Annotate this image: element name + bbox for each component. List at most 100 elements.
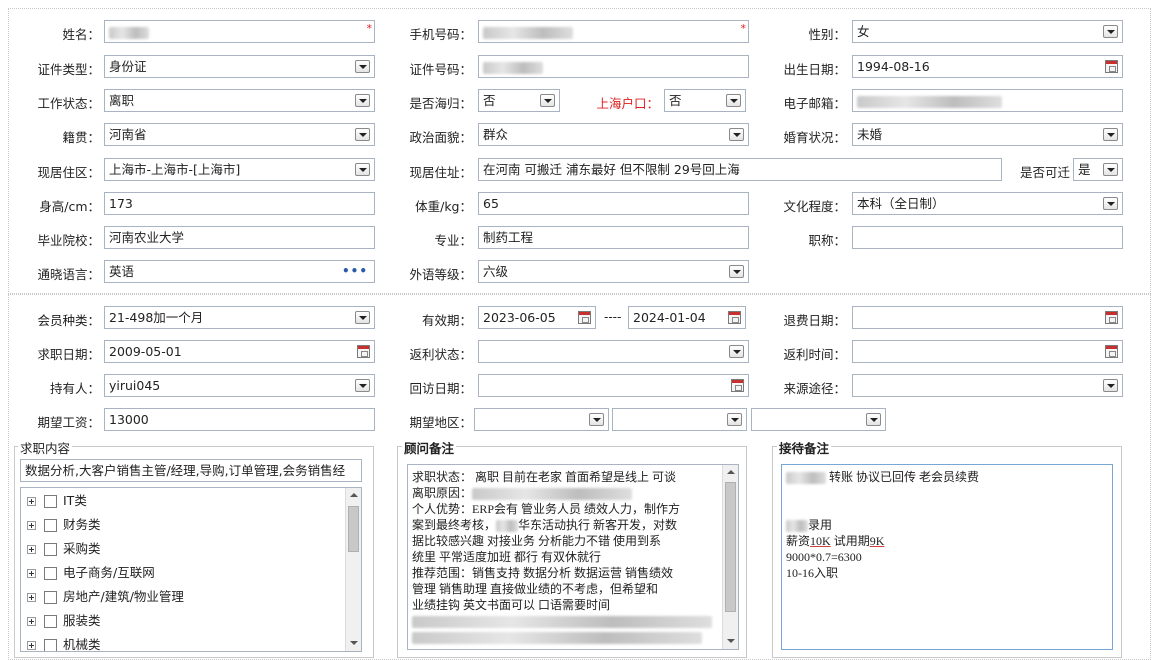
checkbox[interactable] bbox=[44, 639, 57, 651]
source-select[interactable] bbox=[852, 374, 1123, 397]
salary-field[interactable]: 13000 bbox=[104, 408, 375, 431]
checkbox[interactable] bbox=[44, 543, 57, 556]
idtype-value: 身份证 bbox=[109, 59, 147, 74]
chevron-down-icon bbox=[589, 413, 604, 426]
weight-field[interactable]: 65 bbox=[478, 192, 749, 215]
jobdate-field[interactable]: 2009-05-01 bbox=[104, 340, 375, 363]
checkbox[interactable] bbox=[44, 519, 57, 532]
advisor-notes-textarea[interactable]: 求职状态： 离职 目前在老家 首面希望是线上 可谈 离职原因： 个人优势：ERP… bbox=[407, 464, 739, 650]
expand-icon[interactable] bbox=[27, 641, 36, 650]
expand-icon[interactable] bbox=[27, 617, 36, 626]
major-field[interactable]: 制药工程 bbox=[478, 226, 749, 249]
more-icon[interactable]: ••• bbox=[342, 261, 368, 282]
calendar-icon[interactable] bbox=[357, 345, 370, 358]
language-field[interactable]: 英语 ••• bbox=[104, 260, 375, 283]
calendar-icon[interactable] bbox=[1105, 311, 1118, 324]
expand-icon[interactable] bbox=[27, 569, 36, 578]
scroll-down-icon[interactable] bbox=[346, 636, 361, 651]
native-select[interactable]: 河南省 bbox=[104, 123, 375, 146]
visit-date-field[interactable] bbox=[478, 374, 749, 397]
weight-label: 体重/kg： bbox=[415, 199, 472, 214]
job-category-tree[interactable]: IT类 财务类 采购类 电子商务/互联网 房地产/建筑/物业管理 服装类 机械类 bbox=[20, 487, 362, 652]
birth-date-field[interactable]: 1994-08-16 bbox=[852, 55, 1123, 78]
checkbox[interactable] bbox=[44, 615, 57, 628]
idtype-select[interactable]: 身份证 bbox=[104, 55, 375, 78]
area-select[interactable]: 上海市-上海市-[上海市] bbox=[104, 158, 375, 181]
expand-icon[interactable] bbox=[27, 545, 36, 554]
expand-icon[interactable] bbox=[27, 521, 36, 530]
scroll-up-icon[interactable] bbox=[723, 465, 738, 480]
tree-item-finance[interactable]: 财务类 bbox=[27, 514, 101, 536]
expand-icon[interactable] bbox=[27, 593, 36, 602]
chevron-down-icon bbox=[1103, 197, 1118, 210]
refund-date-field[interactable] bbox=[852, 306, 1123, 329]
birth-value: 1994-08-16 bbox=[857, 59, 930, 74]
calendar-icon[interactable] bbox=[1105, 345, 1118, 358]
region-city-select[interactable] bbox=[612, 408, 747, 431]
job-content-summary[interactable]: 数据分析,大客户销售主管/经理,导购,订单管理,会务销售经 bbox=[20, 459, 362, 482]
name-field[interactable]: * bbox=[104, 20, 375, 43]
expand-icon[interactable] bbox=[27, 497, 36, 506]
jobdate-label: 求职日期： bbox=[37, 347, 100, 362]
langlevel-select[interactable]: 六级 bbox=[478, 260, 749, 283]
checkbox[interactable] bbox=[44, 591, 57, 604]
holder-select[interactable]: yirui045 bbox=[104, 374, 375, 397]
height-field[interactable]: 173 bbox=[104, 192, 375, 215]
gender-select[interactable]: 女 bbox=[852, 20, 1123, 43]
tree-item-it[interactable]: IT类 bbox=[27, 490, 87, 512]
note-line: 统里 平常适度加班 都行 有双休就行 bbox=[412, 550, 602, 564]
region-district-select[interactable] bbox=[751, 408, 886, 431]
note-line: 转账 协议已回传 老会员续费 bbox=[786, 469, 1108, 485]
address-field[interactable]: 在河南 可搬迁 浦东最好 但不限制 29号回上海 bbox=[478, 158, 1002, 181]
scroll-thumb[interactable] bbox=[348, 506, 359, 552]
returnee-select[interactable]: 否 bbox=[478, 89, 560, 112]
weight-value: 65 bbox=[483, 196, 499, 211]
member-type-select[interactable]: 21-498加一个月 bbox=[104, 306, 375, 329]
area-label: 现居住区： bbox=[37, 165, 100, 180]
relocate-select[interactable]: 是 bbox=[1073, 158, 1123, 181]
title-field[interactable] bbox=[852, 226, 1123, 249]
tree-item-machinery[interactable]: 机械类 bbox=[27, 634, 101, 651]
calendar-icon[interactable] bbox=[578, 311, 591, 324]
tree-item-purchase[interactable]: 采购类 bbox=[27, 538, 101, 560]
marital-select[interactable]: 未婚 bbox=[852, 123, 1123, 146]
chevron-down-icon bbox=[1103, 128, 1118, 141]
hukou-select[interactable]: 否 bbox=[664, 89, 746, 112]
chevron-down-icon bbox=[729, 265, 744, 278]
idno-field[interactable] bbox=[478, 55, 749, 78]
checkbox[interactable] bbox=[44, 567, 57, 580]
tree-item-realestate[interactable]: 房地产/建筑/物业管理 bbox=[27, 586, 184, 608]
scroll-down-icon[interactable] bbox=[723, 634, 738, 649]
scroll-up-icon[interactable] bbox=[346, 488, 361, 503]
reception-notes-textarea[interactable]: 转账 协议已回传 老会员续费 录用 薪资10K 试用期9K 9000*0.7=6… bbox=[781, 464, 1113, 650]
rebate-status-select[interactable] bbox=[478, 340, 749, 363]
valid-to-field[interactable]: 2024-01-04 bbox=[628, 306, 746, 329]
chevron-down-icon bbox=[729, 128, 744, 141]
note-line: 离职原因： bbox=[412, 485, 718, 501]
tree-item-apparel[interactable]: 服装类 bbox=[27, 610, 101, 632]
hukou-value: 否 bbox=[669, 93, 682, 108]
workstatus-select[interactable]: 离职 bbox=[104, 89, 375, 112]
calendar-icon[interactable] bbox=[731, 379, 744, 392]
rebate-time-field[interactable] bbox=[852, 340, 1123, 363]
education-select[interactable]: 本科（全日制） bbox=[852, 192, 1123, 215]
email-field[interactable] bbox=[852, 89, 1123, 112]
region-province-select[interactable] bbox=[474, 408, 609, 431]
calendar-icon[interactable] bbox=[1105, 60, 1118, 73]
scroll-thumb[interactable] bbox=[725, 482, 736, 612]
calendar-icon[interactable] bbox=[728, 311, 741, 324]
chevron-down-icon bbox=[355, 163, 370, 176]
valid-from-field[interactable]: 2023-06-05 bbox=[478, 306, 596, 329]
note-line: 9000*0.7=6300 bbox=[786, 550, 862, 564]
tree-item-ecommerce[interactable]: 电子商务/互联网 bbox=[27, 562, 155, 584]
phone-field[interactable]: * bbox=[478, 20, 749, 43]
school-value: 河南农业大学 bbox=[109, 230, 185, 245]
valid-to-value: 2024-01-04 bbox=[633, 310, 706, 325]
address-label: 现居住址： bbox=[409, 165, 472, 180]
tree-scrollbar[interactable] bbox=[345, 488, 361, 651]
checkbox[interactable] bbox=[44, 495, 57, 508]
political-select[interactable]: 群众 bbox=[478, 123, 749, 146]
notes-scrollbar[interactable] bbox=[722, 465, 738, 649]
marital-label: 婚育状况： bbox=[783, 130, 846, 145]
school-field[interactable]: 河南农业大学 bbox=[104, 226, 375, 249]
